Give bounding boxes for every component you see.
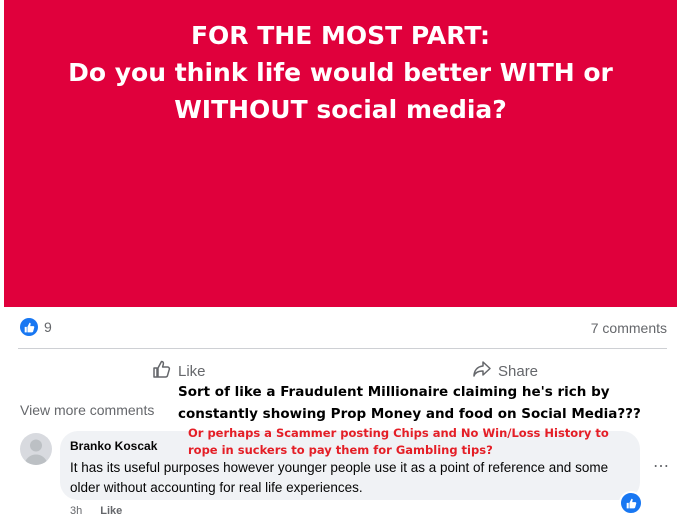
overlay-red-caption-line: rope in suckers to pay them for Gambling… xyxy=(188,443,493,457)
post-image[interactable]: FOR THE MOST PART: Do you think life wou… xyxy=(4,0,677,307)
share-label: Share xyxy=(498,363,539,380)
comment-author[interactable]: Branko Koscak xyxy=(70,439,157,453)
comment-meta: 3h Like xyxy=(70,505,122,517)
view-more-comments-link[interactable]: View more comments xyxy=(20,402,154,418)
post-question-line: WITHOUT social media? xyxy=(174,95,507,124)
overlay-red-caption-line: Or perhaps a Scammer posting Chips and N… xyxy=(188,426,609,440)
post-question-line: Do you think life would better WITH or xyxy=(68,58,613,87)
overlay-caption-line: Sort of like a Fraudulent Millionaire cl… xyxy=(178,384,610,400)
overlay-red-caption: Or perhaps a Scammer posting Chips and N… xyxy=(188,425,609,459)
overlay-caption: Sort of like a Fraudulent Millionaire cl… xyxy=(178,381,641,425)
reaction-count: 9 xyxy=(44,319,52,335)
like-label: Like xyxy=(178,363,206,380)
thumbs-up-icon xyxy=(152,359,172,384)
comment-timestamp[interactable]: 3h xyxy=(70,505,82,517)
like-icon xyxy=(20,318,38,336)
comment-text: It has its useful purposes however young… xyxy=(70,460,609,495)
reaction-summary[interactable]: 9 xyxy=(20,318,52,336)
more-options-icon[interactable]: ⋯ xyxy=(653,456,670,476)
post-question-line: FOR THE MOST PART: xyxy=(190,21,491,50)
avatar[interactable] xyxy=(20,433,52,465)
comment-like-icon xyxy=(619,491,643,515)
comments-count-link[interactable]: 7 comments xyxy=(591,320,667,336)
comment-like-button[interactable]: Like xyxy=(100,505,122,517)
divider xyxy=(18,348,667,349)
post-question-text: FOR THE MOST PART: Do you think life wou… xyxy=(4,17,677,128)
overlay-caption-line: constantly showing Prop Money and food o… xyxy=(178,406,641,422)
